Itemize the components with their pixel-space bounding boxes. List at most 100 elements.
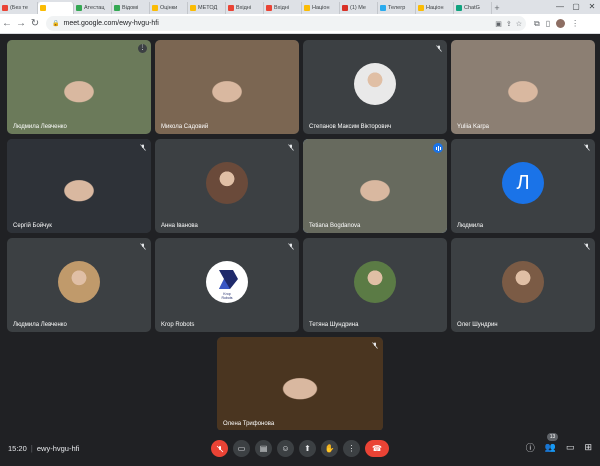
call-controls: ▭ ▤ ☺ ⬆ ✋ ⋮ ☎ bbox=[211, 440, 389, 457]
browser-tab[interactable]: Вхідні bbox=[264, 2, 302, 14]
tab-label: Відомі bbox=[122, 5, 139, 11]
tab-label: Атестац bbox=[84, 5, 105, 11]
camera-toggle-button[interactable]: ▭ bbox=[233, 440, 250, 457]
forward-icon[interactable]: → bbox=[14, 18, 28, 29]
menu-icon[interactable]: ⋮ bbox=[571, 19, 579, 28]
participant-tile[interactable]: Сергій Бойчук bbox=[7, 139, 151, 233]
participant-video bbox=[303, 139, 447, 233]
participant-tile[interactable]: ⋮ Людмила Левченко bbox=[7, 40, 151, 134]
leave-call-button[interactable]: ☎ bbox=[365, 440, 389, 457]
emoji-icon: ☺ bbox=[281, 444, 290, 453]
browser-tab[interactable]: ChatG bbox=[454, 2, 492, 14]
tab-favicon-icon bbox=[228, 5, 234, 11]
emoji-button[interactable]: ☺ bbox=[277, 440, 294, 457]
browser-tab[interactable]: Націон bbox=[416, 2, 454, 14]
mic-toggle-button[interactable] bbox=[211, 440, 228, 457]
browser-tab[interactable]: Атестац bbox=[74, 2, 112, 14]
mic-muted-icon bbox=[140, 243, 146, 252]
side-panel-icons: ⓘ 13 👥 ▭ ⊞ bbox=[526, 433, 592, 454]
bookmark-star-icon[interactable]: ☆ bbox=[516, 20, 522, 28]
browser-tab[interactable]: (Без те bbox=[0, 2, 38, 14]
url-text: meet.google.com/ewy-hvgu-hfi bbox=[63, 20, 159, 27]
captions-button[interactable]: ▤ bbox=[255, 440, 272, 457]
participant-tile[interactable]: Олена Трифонова bbox=[217, 337, 383, 431]
back-icon[interactable]: ← bbox=[0, 18, 14, 29]
browser-tab[interactable]: (1) Me bbox=[340, 2, 378, 14]
participant-grid: ⋮ Людмила Левченко Микола Садовий Степанов … bbox=[0, 34, 600, 431]
maximize-icon[interactable]: ▢ bbox=[568, 0, 584, 14]
tab-label: Телегр bbox=[388, 5, 406, 11]
present-button[interactable]: ⬆ bbox=[299, 440, 316, 457]
participant-tile[interactable]: Анна Іванова bbox=[155, 139, 299, 233]
profile-avatar[interactable] bbox=[556, 19, 566, 28]
participant-avatar bbox=[502, 261, 544, 303]
participant-tile[interactable]: Yuliia Karpa bbox=[451, 40, 595, 134]
address-bar: ← → ↻ 🔒 meet.google.com/ewy-hvgu-hfi ▣ ⇪… bbox=[0, 14, 600, 34]
participant-video bbox=[7, 40, 151, 134]
participant-name: Олег Шундрин bbox=[457, 322, 498, 328]
captions-icon: ▤ bbox=[259, 444, 268, 453]
camera-icon: ▭ bbox=[237, 444, 246, 453]
close-icon[interactable]: ✕ bbox=[584, 0, 600, 14]
meeting-control-bar: 15:20 | ewy-hvgu-hfi ▭ ▤ ☺ ⬆ ✋ ⋮ ☎ ⓘ 13 … bbox=[0, 430, 600, 466]
participant-name: Людмила bbox=[457, 223, 484, 229]
tab-label: Оцінки bbox=[160, 5, 178, 11]
hangup-icon: ☎ bbox=[372, 444, 382, 453]
speaking-indicator-icon bbox=[433, 143, 443, 153]
sidebar-icon[interactable]: ▯ bbox=[546, 19, 550, 28]
mic-muted-icon bbox=[288, 243, 294, 252]
participant-name: Олена Трифонова bbox=[223, 421, 275, 427]
browser-tab[interactable]: МЕТОД bbox=[188, 2, 226, 14]
participant-tile[interactable]: Krop Robots Krop Robots bbox=[155, 238, 299, 332]
browser-tab[interactable] bbox=[38, 2, 74, 14]
hand-icon: ✋ bbox=[324, 444, 335, 453]
new-tab-button[interactable]: + bbox=[492, 2, 502, 14]
tab-favicon-icon bbox=[342, 5, 348, 11]
extensions-icon[interactable]: ⧉ bbox=[534, 19, 540, 29]
participant-video bbox=[7, 139, 151, 233]
reload-icon[interactable]: ↻ bbox=[28, 18, 42, 29]
mic-muted-icon bbox=[140, 144, 146, 153]
browser-tab[interactable]: Оцінки bbox=[150, 2, 188, 14]
participant-avatar bbox=[58, 261, 100, 303]
activities-icon[interactable]: ⊞ bbox=[584, 442, 592, 453]
mic-muted-icon bbox=[288, 144, 294, 153]
url-input[interactable]: 🔒 meet.google.com/ewy-hvgu-hfi ▣ ⇪ ☆ bbox=[46, 16, 526, 31]
minimize-icon[interactable]: — bbox=[552, 0, 568, 14]
people-button[interactable]: 13 👥 bbox=[544, 433, 559, 453]
info-icon[interactable]: ⓘ bbox=[526, 441, 535, 454]
camera-indicator-icon[interactable]: ▣ bbox=[495, 20, 502, 28]
participant-name: Yuliia Karpa bbox=[457, 124, 490, 130]
participant-name: Людмила Левченко bbox=[13, 322, 67, 328]
browser-tab[interactable]: Вхідні bbox=[226, 2, 264, 14]
share-icon[interactable]: ⇪ bbox=[506, 20, 512, 28]
browser-tab[interactable]: Телегр bbox=[378, 2, 416, 14]
participant-tile[interactable]: Л Людмила bbox=[451, 139, 595, 233]
mic-muted-icon bbox=[584, 144, 590, 153]
participant-tile[interactable]: Микола Садовий bbox=[155, 40, 299, 134]
tab-label: (Без те bbox=[10, 5, 28, 11]
participant-avatar: Л bbox=[502, 162, 544, 204]
participant-tile[interactable]: Tetiana Bogdanova bbox=[303, 139, 447, 233]
chat-icon[interactable]: ▭ bbox=[566, 442, 575, 453]
participant-tile[interactable]: Тетяна Шундрина bbox=[303, 238, 447, 332]
participant-tile[interactable]: Людмила Левченко bbox=[7, 238, 151, 332]
meeting-code: ewy-hvgu-hfi bbox=[36, 443, 80, 453]
participant-video bbox=[155, 40, 299, 134]
participant-tile[interactable]: Степанов Максим Вікторович bbox=[303, 40, 447, 134]
people-icon: 👥 bbox=[544, 442, 556, 452]
more-options-icon[interactable]: ⋮ bbox=[138, 44, 147, 53]
mic-muted-icon bbox=[584, 243, 590, 252]
participant-video bbox=[217, 337, 383, 431]
tab-favicon-icon bbox=[152, 5, 158, 11]
participant-name: Тетяна Шундрина bbox=[309, 322, 359, 328]
lock-icon: 🔒 bbox=[52, 21, 60, 27]
more-options-button[interactable]: ⋮ bbox=[343, 440, 360, 457]
browser-tab[interactable]: Націон bbox=[302, 2, 340, 14]
participant-avatar bbox=[354, 63, 396, 105]
participant-name: Микола Садовий bbox=[161, 124, 209, 130]
raise-hand-button[interactable]: ✋ bbox=[321, 440, 338, 457]
participant-tile[interactable]: Олег Шундрин bbox=[451, 238, 595, 332]
browser-tab[interactable]: Відомі bbox=[112, 2, 150, 14]
participant-name: Людмила Левченко bbox=[13, 124, 67, 130]
